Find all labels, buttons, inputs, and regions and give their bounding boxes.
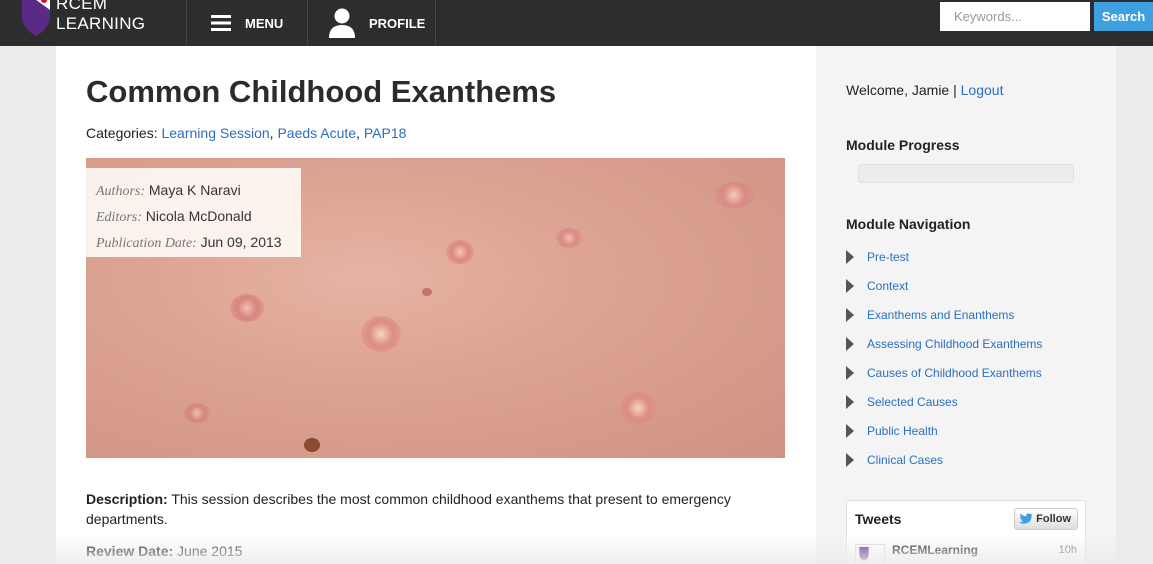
twitter-bird-icon <box>1019 513 1034 524</box>
triangle-right-icon <box>846 336 854 351</box>
publication-date-value: Jun 09, 2013 <box>200 234 282 250</box>
nav-divider <box>186 0 187 46</box>
editors-label: Editors: <box>96 210 142 225</box>
rcem-shield-logo-icon[interactable] <box>20 0 52 36</box>
page-title: Common Childhood Exanthems <box>86 74 557 109</box>
module-navigation-list: Pre-test Context Exanthems and Enanthems… <box>846 242 1042 474</box>
menu-label: MENU <box>245 15 284 31</box>
authors-row: Authors: Maya K Naravi <box>96 178 291 204</box>
twitter-follow-button[interactable]: Follow <box>1014 508 1078 530</box>
module-nav-link-public-health[interactable]: Public Health <box>867 424 938 438</box>
module-nav-link-pre-test[interactable]: Pre-test <box>867 250 909 264</box>
triangle-right-icon <box>846 249 854 264</box>
review-date-value: June 2015 <box>177 543 243 559</box>
triangle-right-icon <box>846 423 854 438</box>
description-text: This session describes the most common c… <box>86 491 731 527</box>
nav-divider <box>307 0 308 46</box>
welcome-text: Welcome, Jamie | <box>846 82 957 98</box>
review-date: Review Date: June 2015 <box>86 543 242 559</box>
triangle-right-icon <box>846 365 854 380</box>
user-profile-icon <box>329 8 355 38</box>
logo-text-line1: RCEM <box>56 0 108 13</box>
nav-divider <box>435 0 436 46</box>
module-nav-link-exanthems-enanthems[interactable]: Exanthems and Enanthems <box>867 308 1014 322</box>
top-navigation-bar: RCEM LEARNING MENU PROFILE Search <box>0 0 1153 46</box>
search-button[interactable]: Search <box>1094 2 1153 31</box>
tweets-title: Tweets <box>855 511 902 527</box>
module-progress-heading: Module Progress <box>846 137 960 153</box>
profile-label: PROFILE <box>369 15 426 31</box>
module-navigation-heading: Module Navigation <box>846 216 971 232</box>
rash-hero-image: Authors: Maya K Naravi Editors: Nicola M… <box>86 158 785 458</box>
module-nav-link-causes[interactable]: Causes of Childhood Exanthems <box>867 366 1042 380</box>
logo-text-line2: LEARNING <box>56 14 146 33</box>
sidebar: Welcome, Jamie | Logout Module Progress … <box>816 46 1116 564</box>
module-progress-bar <box>858 164 1074 183</box>
module-nav-item[interactable]: Context <box>846 271 1042 300</box>
categories-label: Categories: <box>86 125 158 141</box>
category-link-paeds-acute[interactable]: Paeds Acute <box>277 125 356 141</box>
authors-value: Maya K Naravi <box>148 182 241 198</box>
category-link-learning-session[interactable]: Learning Session <box>161 125 269 141</box>
tweet-avatar[interactable] <box>855 544 885 564</box>
authors-label: Authors: <box>96 184 145 199</box>
logo-text[interactable]: RCEM LEARNING <box>56 0 145 34</box>
tweet-username[interactable]: RCEMLearning <box>892 543 978 557</box>
module-nav-item[interactable]: Clinical Cases <box>846 445 1042 474</box>
module-nav-item[interactable]: Pre-test <box>846 242 1042 271</box>
editors-row: Editors: Nicola McDonald <box>96 204 291 230</box>
profile-button[interactable]: PROFILE <box>329 0 425 46</box>
publication-date-label: Publication Date: <box>96 236 197 251</box>
module-nav-item[interactable]: Causes of Childhood Exanthems <box>846 358 1042 387</box>
triangle-right-icon <box>846 452 854 467</box>
main-content: Common Childhood Exanthems Categories: L… <box>56 46 816 564</box>
module-nav-item[interactable]: Selected Causes <box>846 387 1042 416</box>
follow-label: Follow <box>1036 513 1071 525</box>
tweet-timestamp[interactable]: 10h <box>1059 544 1077 556</box>
module-nav-link-assessing[interactable]: Assessing Childhood Exanthems <box>867 337 1042 351</box>
module-nav-link-context[interactable]: Context <box>867 279 908 293</box>
menu-button[interactable]: MENU <box>211 0 283 46</box>
rcem-shield-logo-icon <box>859 547 869 561</box>
tweets-widget: Tweets Follow RCEMLearning 10h <box>846 500 1086 564</box>
logout-link[interactable]: Logout <box>961 82 1004 98</box>
description: Description: This session describes the … <box>86 489 766 529</box>
review-date-label: Review Date: <box>86 543 174 559</box>
editors-value: Nicola McDonald <box>145 208 252 224</box>
module-nav-link-clinical-cases[interactable]: Clinical Cases <box>867 453 943 467</box>
category-link-pap18[interactable]: PAP18 <box>364 125 407 141</box>
welcome-message: Welcome, Jamie | Logout <box>846 82 1003 98</box>
triangle-right-icon <box>846 278 854 293</box>
triangle-right-icon <box>846 307 854 322</box>
module-nav-item[interactable]: Exanthems and Enanthems <box>846 300 1042 329</box>
module-nav-link-selected-causes[interactable]: Selected Causes <box>867 395 958 409</box>
publication-date-row: Publication Date: Jun 09, 2013 <box>96 230 291 256</box>
module-nav-item[interactable]: Public Health <box>846 416 1042 445</box>
description-label: Description: <box>86 491 168 507</box>
hamburger-menu-icon <box>211 15 231 31</box>
module-nav-item[interactable]: Assessing Childhood Exanthems <box>846 329 1042 358</box>
categories: Categories: Learning Session, Paeds Acut… <box>86 125 407 141</box>
search-input[interactable] <box>940 2 1090 31</box>
triangle-right-icon <box>846 394 854 409</box>
article-meta-box: Authors: Maya K Naravi Editors: Nicola M… <box>86 168 301 257</box>
